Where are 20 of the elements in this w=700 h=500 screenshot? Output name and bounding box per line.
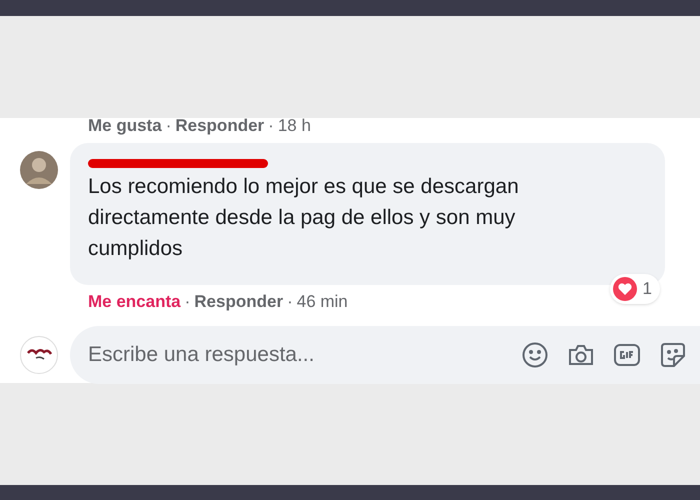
reply-field[interactable]: Escribe una respuesta... <box>70 326 700 384</box>
separator: · <box>184 291 190 313</box>
comment-text: Los recomiendo lo mejor es que se descargan directamente desde la pag de ellos y son muy cumplidos <box>88 174 520 262</box>
timestamp: 46 min <box>296 291 348 313</box>
avatar[interactable] <box>20 151 58 189</box>
action-link[interactable]: Responder <box>175 113 264 138</box>
gif-icon[interactable] <box>614 344 640 366</box>
action-link[interactable]: Responder <box>194 289 284 314</box>
reaction-badge[interactable]: 1 <box>610 274 660 304</box>
timestamp: 18 h <box>278 115 311 137</box>
reaction-count: 1 <box>642 278 652 300</box>
user-avatar[interactable] <box>20 336 58 374</box>
camera-icon[interactable] <box>568 342 594 366</box>
separator: · <box>166 115 172 137</box>
sticker-icon[interactable] <box>660 342 686 368</box>
emoji-icon[interactable] <box>522 342 548 368</box>
action-link[interactable]: Me encanta <box>88 289 181 314</box>
separator: · <box>287 291 293 313</box>
separator: · <box>268 115 274 137</box>
action-link[interactable]: Me gusta <box>88 113 162 138</box>
